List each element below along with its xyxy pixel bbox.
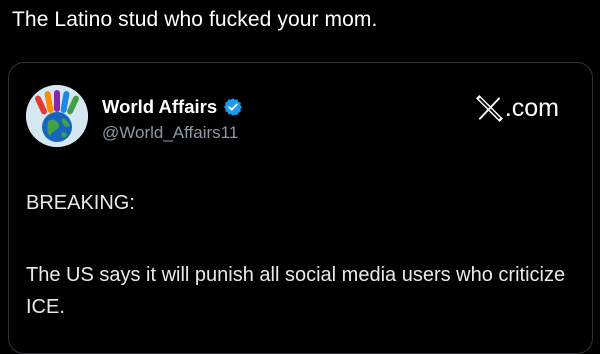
post-body: The US says it will punish all social me… (26, 264, 566, 318)
globe-hands-icon[interactable] (26, 85, 88, 147)
post-headline: BREAKING: (26, 192, 135, 214)
author-row[interactable]: World Affairs (102, 96, 243, 118)
verified-badge-icon (223, 97, 243, 117)
post-caption: The Latino stud who fucked your mom. (12, 8, 378, 31)
embedded-post-card[interactable]: World Affairs @World_Affairs11 .com BREA… (8, 62, 593, 354)
source-domain-suffix: .com (504, 94, 559, 122)
author-name[interactable]: World Affairs (102, 96, 217, 118)
author-handle[interactable]: @World_Affairs11 (102, 123, 238, 143)
source-link[interactable]: .com (475, 94, 559, 123)
x-logo-icon (475, 95, 503, 122)
